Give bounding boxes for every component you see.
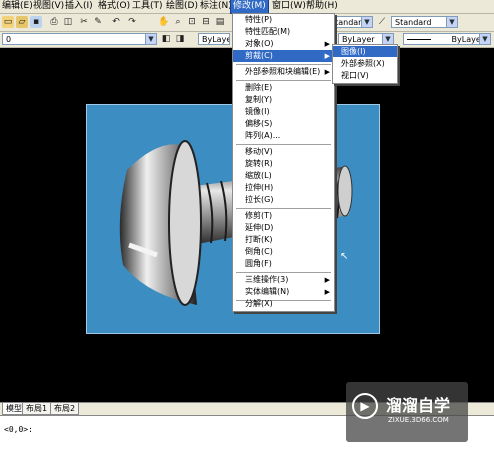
menu-item-rotate[interactable]: 旋转(R) <box>233 158 334 170</box>
submenu-item-xref[interactable]: 外部参照(X) <box>333 58 397 69</box>
redo-icon[interactable]: ↷ <box>126 16 138 28</box>
chevron-down-icon[interactable]: ▼ <box>479 34 490 44</box>
layer-combo[interactable]: 0 ▼ <box>2 33 157 45</box>
menu-item-explode[interactable]: 分解(X) <box>233 298 334 310</box>
menu-item-scale[interactable]: 缩放(L) <box>233 170 334 182</box>
pan-icon[interactable]: ✋ <box>158 16 170 28</box>
dimension-style-icon[interactable]: ⟋ <box>376 16 388 28</box>
submenu-arrow-icon: ▶ <box>324 276 330 284</box>
menu-item-extend[interactable]: 延伸(D) <box>233 222 334 234</box>
new-file-icon[interactable]: ▭ <box>2 16 14 28</box>
layer-previous-icon[interactable]: ◨ <box>174 33 186 45</box>
menu-item-array[interactable]: 阵列(A)... <box>233 130 334 142</box>
menu-item-move[interactable]: 移动(V) <box>233 146 334 158</box>
menu-item-match-properties[interactable]: 特性匹配(M) <box>233 26 334 38</box>
menu-separator <box>236 272 331 273</box>
plotstyle-combo[interactable]: ByLayer ▼ <box>403 33 491 45</box>
zoom-window-icon[interactable]: ⊡ <box>186 16 198 28</box>
color-combo[interactable]: ByLayer <box>198 33 230 45</box>
menu-item-lengthen[interactable]: 拉长(G) <box>233 194 334 206</box>
preview-icon[interactable]: ◫ <box>62 16 74 28</box>
lineweight-value: ByLayer <box>342 35 375 44</box>
menu-help[interactable]: 帮助(H) <box>304 0 340 13</box>
cut-icon[interactable]: ✂ <box>78 16 90 28</box>
menubar: 编辑(E) 视图(V) 插入(I) 格式(O) 工具(T) 绘图(D) 标注(N… <box>0 0 494 14</box>
menu-item-trim[interactable]: 修剪(T) <box>233 210 334 222</box>
menu-separator <box>236 144 331 145</box>
tab-layout2[interactable]: 布局2 <box>50 403 80 415</box>
submenu-arrow-icon: ▶ <box>324 52 330 60</box>
layer-manager-icon[interactable]: ◧ <box>160 33 172 45</box>
open-folder-icon[interactable]: ▱ <box>16 16 28 28</box>
menu-item-fillet[interactable]: 圆角(F) <box>233 258 334 270</box>
menu-separator <box>236 80 331 81</box>
chevron-down-icon[interactable]: ▼ <box>145 34 156 44</box>
menu-item-break[interactable]: 打断(K) <box>233 234 334 246</box>
menu-separator <box>236 208 331 209</box>
menu-item-3d-operations[interactable]: 三维操作(3) ▶ <box>233 274 334 286</box>
menu-item-copy[interactable]: 复制(Y) <box>233 94 334 106</box>
clip-submenu: 图像(I) 外部参照(X) 视口(V) <box>332 44 398 84</box>
menu-window[interactable]: 窗口(W) <box>270 0 308 13</box>
menu-item-xref-label: 外部参照和块编辑(E) <box>245 67 321 76</box>
menu-item-3d-label: 三维操作(3) <box>245 275 289 284</box>
menu-item-solid-editing[interactable]: 实体编辑(N) ▶ <box>233 286 334 298</box>
zoom-realtime-icon[interactable]: ⌕ <box>172 16 184 28</box>
save-icon[interactable]: ▪ <box>30 16 42 28</box>
menu-item-erase[interactable]: 删除(E) <box>233 82 334 94</box>
chevron-down-icon[interactable]: ▼ <box>361 17 372 27</box>
zoom-previous-icon[interactable]: ⊟ <box>200 16 212 28</box>
menu-item-properties[interactable]: 特性(P) <box>233 14 334 26</box>
chevron-down-icon[interactable]: ▼ <box>446 17 457 27</box>
menu-item-chamfer[interactable]: 倒角(C) <box>233 246 334 258</box>
layer-value: 0 <box>6 35 12 44</box>
submenu-arrow-icon: ▶ <box>324 40 330 48</box>
line-sample <box>407 39 431 40</box>
menu-item-xref-block-edit[interactable]: 外部参照和块编辑(E) ▶ <box>233 66 334 78</box>
menu-item-mirror[interactable]: 镜像(I) <box>233 106 334 118</box>
menu-item-solid-label: 实体编辑(N) <box>245 287 290 296</box>
properties-icon[interactable]: ▤ <box>214 16 226 28</box>
submenu-arrow-icon: ▶ <box>324 68 330 76</box>
tab-layout1[interactable]: 布局1 <box>22 403 52 415</box>
play-logo-icon: ▶ <box>352 393 378 419</box>
color-value: ByLayer <box>202 35 229 44</box>
dim-style-combo[interactable]: Standard ▼ <box>391 16 458 28</box>
menu-tools[interactable]: 工具(T) <box>130 0 165 13</box>
chevron-down-icon[interactable]: ▼ <box>382 34 393 44</box>
menu-item-object-label: 对象(O) <box>245 39 274 48</box>
menu-separator <box>236 64 331 65</box>
menu-edit[interactable]: 编辑(E) <box>0 0 35 13</box>
watermark-url: ZIXUE.3D66.COM <box>388 416 449 424</box>
screw-flange <box>168 140 202 306</box>
menu-modify[interactable]: 修改(M) <box>230 0 269 14</box>
undo-icon[interactable]: ↶ <box>110 16 122 28</box>
command-prompt: <0,0>: <box>4 425 33 434</box>
print-icon[interactable]: ⎙ <box>48 16 60 28</box>
watermark-title: 溜溜自学 <box>386 396 451 415</box>
submenu-item-image[interactable]: 图像(I) <box>333 46 397 57</box>
watermark: ▶ 溜溜自学 ZIXUE.3D66.COM <box>346 382 468 442</box>
menu-item-clip[interactable]: 剪裁(C) ▶ <box>233 50 334 62</box>
menu-item-stretch[interactable]: 拉伸(H) <box>233 182 334 194</box>
mouse-cursor-icon: ↖ <box>340 251 349 262</box>
menu-item-offset[interactable]: 偏移(S) <box>233 118 334 130</box>
screw-tip <box>337 165 353 217</box>
menu-item-object[interactable]: 对象(O) ▶ <box>233 38 334 50</box>
menu-insert[interactable]: 插入(I) <box>63 0 95 13</box>
submenu-item-viewport[interactable]: 视口(V) <box>333 70 397 81</box>
dim-style-value: Standard <box>395 18 432 27</box>
menu-view[interactable]: 视图(V) <box>31 0 66 13</box>
submenu-arrow-icon: ▶ <box>324 288 330 296</box>
menu-format[interactable]: 格式(O) <box>96 0 132 13</box>
modify-menu: 特性(P) 特性匹配(M) 对象(O) ▶ 剪裁(C) ▶ 外部参照和块编辑(E) ▶… <box>232 13 335 312</box>
menu-draw[interactable]: 绘图(D) <box>164 0 200 13</box>
menu-item-clip-label: 剪裁(C) <box>245 51 273 60</box>
pencil-icon[interactable]: ✎ <box>92 16 104 28</box>
menu-dimension[interactable]: 标注(N) <box>198 0 234 13</box>
